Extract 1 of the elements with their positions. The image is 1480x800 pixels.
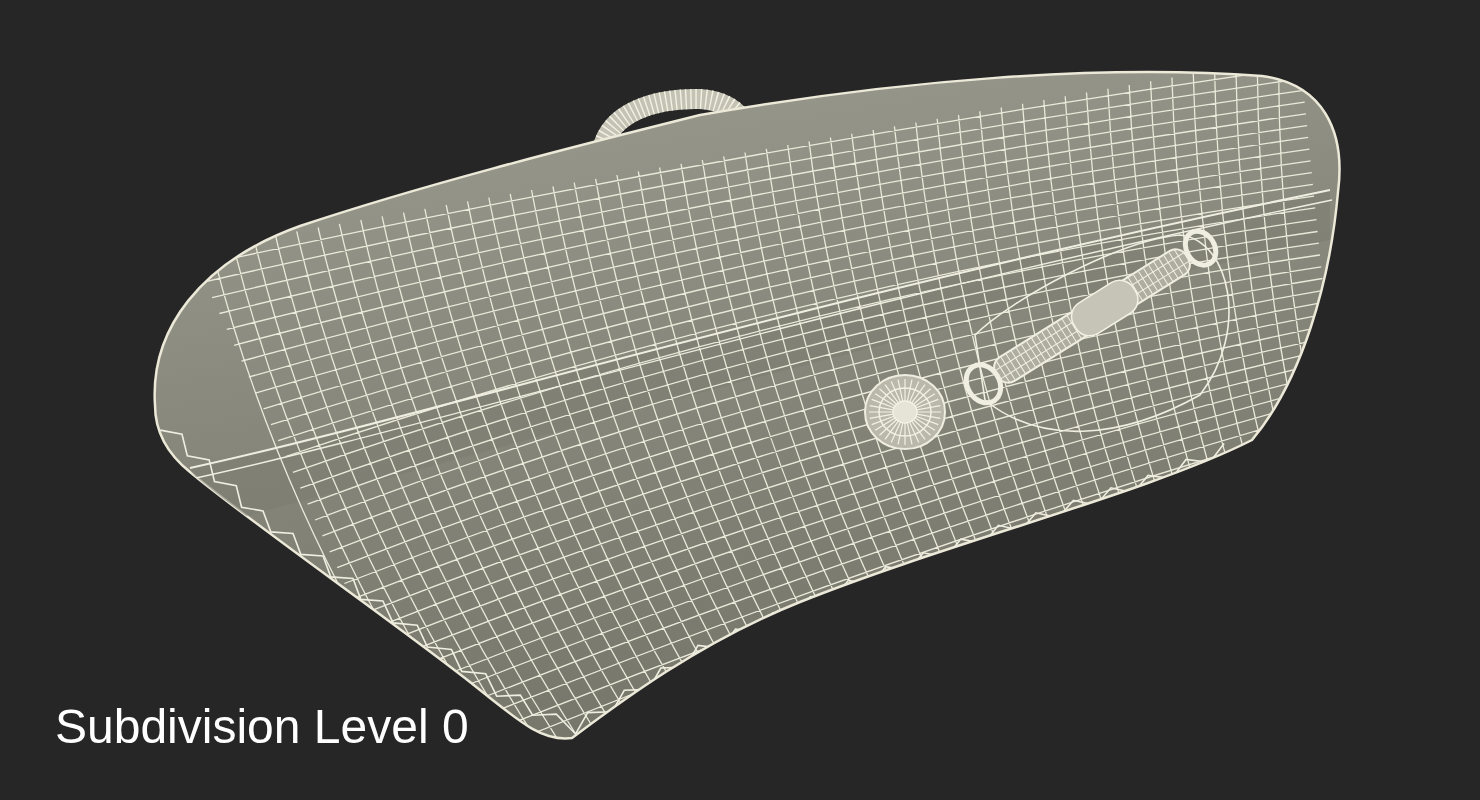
caption-text: Subdivision Level 0 [55, 699, 469, 755]
